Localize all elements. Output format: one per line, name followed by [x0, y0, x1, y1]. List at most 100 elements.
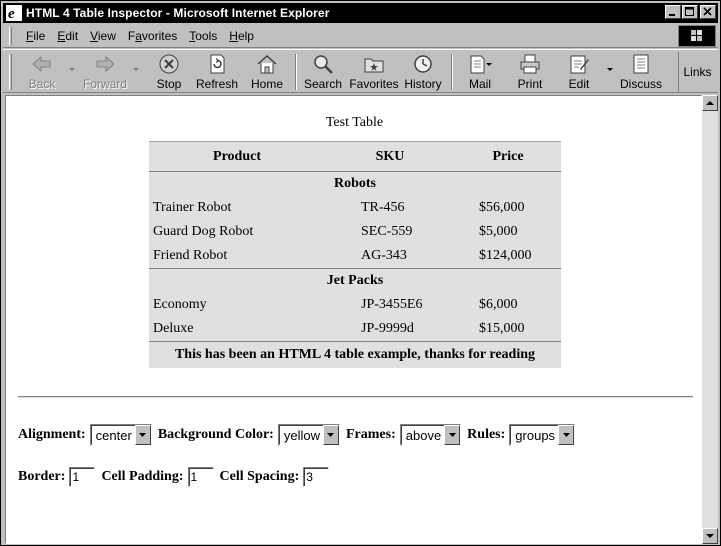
- refresh-label: Refresh: [195, 77, 239, 91]
- frames-select[interactable]: above: [399, 424, 462, 446]
- mail-button[interactable]: Mail: [461, 52, 499, 92]
- browser-window: e HTML 4 Table Inspector - Microsoft Int…: [0, 0, 721, 546]
- forward-dropdown-arrow[interactable]: [133, 68, 139, 71]
- print-label: Print: [517, 77, 543, 91]
- windows-flag-icon: [691, 30, 702, 41]
- ie-logo-icon: e: [6, 5, 22, 21]
- forward-button[interactable]: Forward: [81, 52, 129, 92]
- favorites-label: Favorites: [349, 77, 399, 91]
- discuss-icon: [633, 54, 649, 74]
- back-label: Back: [28, 77, 56, 91]
- title-bar: e HTML 4 Table Inspector - Microsoft Int…: [3, 3, 718, 23]
- edit-dropdown-arrow[interactable]: [607, 68, 613, 71]
- menu-file[interactable]: File: [20, 29, 51, 43]
- group-name: Robots: [333, 176, 376, 191]
- scroll-up-arrow-icon: [706, 101, 714, 105]
- history-icon: [414, 55, 432, 73]
- edit-label: Edit: [568, 77, 590, 91]
- back-button[interactable]: Back: [23, 52, 61, 92]
- cell-spacing-input[interactable]: 3: [303, 467, 330, 487]
- links-bar[interactable]: Links: [678, 52, 716, 92]
- stop-label: Stop: [156, 77, 182, 91]
- minimize-icon: [669, 14, 675, 16]
- menu-help[interactable]: Help: [223, 29, 260, 43]
- menu-edit-rest: dit: [65, 28, 79, 43]
- cell-sku: AG-343: [361, 248, 407, 263]
- discuss-label: Discuss: [619, 77, 662, 91]
- close-icon: [703, 7, 712, 16]
- alignment-value: center: [90, 425, 135, 445]
- cell-sku: JP-9999d: [361, 321, 414, 336]
- scroll-up-button[interactable]: [702, 95, 718, 111]
- mail-icon: [470, 55, 492, 74]
- horizontal-rule: [18, 396, 693, 398]
- maximize-icon: [685, 7, 694, 16]
- cell-product: Trainer Robot: [153, 200, 232, 215]
- cell-spacing-label: Cell Spacing:: [219, 469, 300, 484]
- menu-edit[interactable]: Edit: [51, 29, 84, 43]
- rules-label: Rules:: [467, 427, 506, 442]
- cell-padding-input[interactable]: 1: [187, 467, 214, 487]
- menu-view-key: V: [90, 28, 98, 43]
- frames-value: above: [400, 425, 445, 445]
- window-title: HTML 4 Table Inspector - Microsoft Inter…: [26, 6, 330, 20]
- search-button[interactable]: Search: [303, 52, 343, 92]
- dropdown-arrow-icon: [558, 425, 575, 445]
- maximize-button[interactable]: [682, 5, 698, 19]
- dropdown-arrow-icon: [134, 425, 151, 445]
- refresh-icon: [210, 54, 225, 74]
- table-row: Deluxe JP-9999d $15,000: [149, 317, 561, 342]
- table-footer-row: This has been an HTML 4 table example, t…: [149, 341, 561, 368]
- table-row: Trainer Robot TR-456 $56,000: [149, 196, 561, 220]
- menu-help-rest: elp: [237, 28, 254, 43]
- stop-button[interactable]: Stop: [151, 52, 187, 92]
- bgcolor-value: yellow: [278, 425, 323, 445]
- windows-logo-throbber: [678, 25, 716, 47]
- back-dropdown-arrow[interactable]: [69, 68, 75, 71]
- close-button[interactable]: [700, 5, 716, 19]
- vertical-scrollbar[interactable]: [702, 95, 718, 544]
- search-icon: [314, 55, 333, 74]
- discuss-button[interactable]: Discuss: [619, 52, 663, 92]
- search-label: Search: [303, 77, 343, 91]
- home-label: Home: [250, 77, 283, 91]
- style-controls-row: Alignment: center Background Color: yell…: [18, 424, 581, 446]
- cell-price: $6,000: [479, 297, 518, 312]
- links-label: Links: [683, 65, 712, 79]
- cell-product: Friend Robot: [153, 248, 228, 263]
- refresh-button[interactable]: Refresh: [195, 52, 239, 92]
- border-input[interactable]: 1: [69, 467, 96, 487]
- menu-view[interactable]: View: [84, 29, 122, 43]
- cell-sku: JP-3455E6: [361, 297, 423, 312]
- cell-product: Guard Dog Robot: [153, 224, 254, 239]
- rules-value: groups: [510, 425, 559, 445]
- group-name: Jet Packs: [149, 268, 561, 293]
- alignment-label: Alignment:: [18, 427, 86, 442]
- back-arrow-icon: [32, 55, 51, 73]
- minimize-button[interactable]: [665, 5, 681, 19]
- edit-button[interactable]: Edit: [563, 52, 595, 92]
- menu-favorites-key: a: [135, 28, 142, 43]
- print-button[interactable]: Print: [513, 52, 547, 92]
- toolbar-grip: [9, 54, 12, 90]
- menu-tools-rest: ools: [195, 28, 218, 43]
- rules-select[interactable]: groups: [509, 424, 576, 446]
- header-sku: SKU: [325, 141, 455, 172]
- favorites-button[interactable]: Favorites: [349, 52, 399, 92]
- alignment-select[interactable]: center: [89, 424, 152, 446]
- menu-tools[interactable]: Tools: [183, 29, 223, 43]
- group-header-row: Jet Packs: [149, 268, 561, 293]
- page-content: Test Table Product SKU Price Robots Trai…: [5, 95, 702, 544]
- menu-help-key: H: [229, 28, 238, 43]
- menu-file-rest: ile: [33, 28, 46, 43]
- standard-toolbar: Back Forward Stop Refresh Home Search Fa: [3, 49, 718, 93]
- scroll-down-button[interactable]: [702, 528, 718, 544]
- menu-view-rest: iew: [97, 28, 116, 43]
- table-footer: This has been an HTML 4 table example, t…: [149, 341, 561, 368]
- forward-arrow-icon: [96, 55, 115, 73]
- home-button[interactable]: Home: [245, 52, 289, 92]
- bgcolor-select[interactable]: yellow: [277, 424, 340, 446]
- menu-favorites[interactable]: Favorites: [122, 29, 183, 43]
- scroll-down-arrow-icon: [706, 534, 714, 538]
- history-button[interactable]: History: [403, 52, 443, 92]
